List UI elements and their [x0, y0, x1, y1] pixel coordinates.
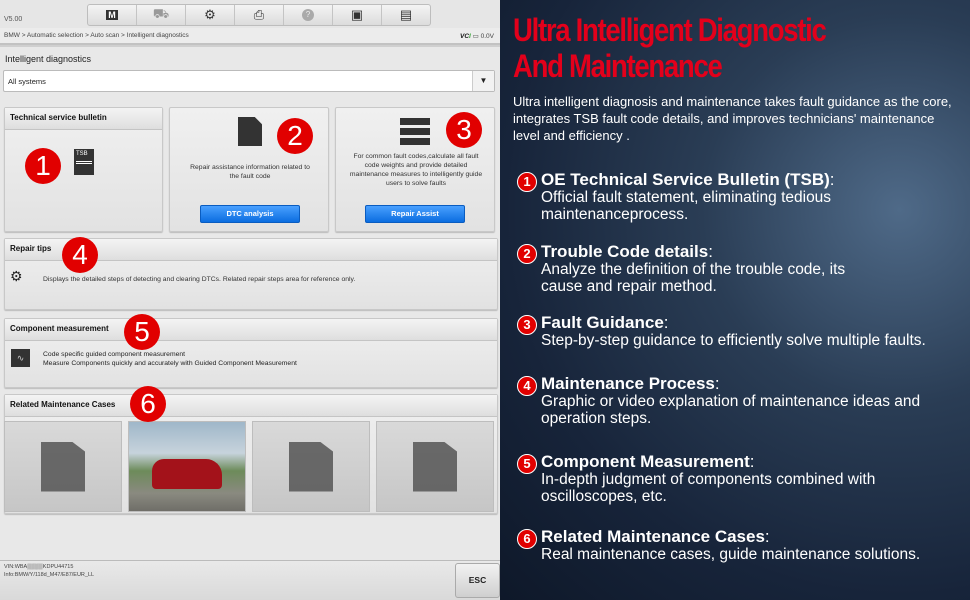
- component-measurement-description: Code specific guided component measureme…: [43, 350, 297, 368]
- home-button[interactable]: M: [88, 5, 137, 25]
- repair-assist-button[interactable]: Repair Assist: [365, 205, 465, 223]
- document-wrench-icon: [238, 117, 262, 146]
- vci-indicator: I: [469, 33, 471, 40]
- vci-status: VCI ▭ 0.0V: [460, 32, 494, 40]
- repair-assist-description: For common fault codes,calculate all fau…: [349, 153, 483, 187]
- esc-button[interactable]: ESC: [455, 563, 500, 598]
- repair-tips-description: Displays the detailed steps of detecting…: [43, 276, 356, 283]
- feature-desc: Graphic or video explanation of maintena…: [541, 393, 921, 427]
- vehicle-lift-icon: ⛟: [152, 6, 170, 21]
- component-measurement-panel[interactable]: Component measurement ∿ Code specific gu…: [4, 318, 498, 388]
- feature-title: Related Maintenance Cases:: [541, 527, 770, 546]
- vci-label: VC: [460, 33, 470, 40]
- feature-desc: In-depth judgment of components combined…: [541, 471, 876, 505]
- component-line-1: Code specific guided component measureme…: [43, 351, 186, 358]
- number-badge: 6: [517, 529, 537, 549]
- printer-icon: ⎙: [253, 7, 265, 22]
- feature-title: Fault Guidance:: [541, 313, 669, 332]
- gear-icon: ⚙: [204, 7, 216, 22]
- tsb-card-title: Technical service bulletin: [5, 108, 162, 130]
- marker-1: 1: [25, 148, 61, 184]
- settings-button[interactable]: ⚙: [186, 5, 235, 25]
- version-label: V5.00: [4, 16, 23, 23]
- save-icon: ▣: [350, 7, 364, 22]
- mechanic-document-icon: [289, 441, 333, 492]
- feature-desc: Step-by-step guidance to efficiently sol…: [541, 332, 926, 349]
- tsb-icon-label: TSB: [76, 151, 88, 157]
- marker-2: 2: [277, 118, 313, 154]
- number-badge: 3: [517, 315, 537, 335]
- print-button[interactable]: ⎙: [235, 5, 284, 25]
- mechanic-document-icon: [413, 441, 457, 492]
- feature-title-text: Component Measurement: [541, 452, 750, 471]
- feature-title-text: Related Maintenance Cases: [541, 527, 765, 546]
- marker-6: 6: [130, 386, 166, 422]
- feature-desc: Analyze the definition of the trouble co…: [541, 261, 846, 295]
- number-badge: 4: [517, 376, 537, 396]
- oscilloscope-icon: ∿: [11, 349, 30, 367]
- system-select[interactable]: All systems ▼: [3, 70, 495, 92]
- related-cases-title: Related Maintenance Cases: [5, 395, 497, 417]
- feature-title: OE Technical Service Bulletin (TSB):: [541, 170, 835, 189]
- red-suv-image: [152, 458, 222, 489]
- dtc-analysis-button[interactable]: DTC analysis: [200, 205, 300, 223]
- voltage: 0.0V: [480, 33, 494, 40]
- chevron-down-icon[interactable]: ▼: [472, 71, 494, 91]
- home-icon: M: [106, 10, 118, 20]
- feature-title-text: OE Technical Service Bulletin (TSB): [541, 170, 830, 189]
- promo-title-line-2: And Maintenance: [513, 48, 723, 84]
- page-title: Intelligent diagnostics: [5, 54, 92, 64]
- tsb-icon: TSB: [74, 149, 94, 175]
- help-button[interactable]: ?: [284, 5, 333, 25]
- feature-desc: Real maintenance cases, guide maintenanc…: [541, 546, 921, 563]
- promo-title: Ultra Intelligent Diagnostic And Maintena…: [513, 12, 827, 84]
- feature-title: Trouble Code details:: [541, 242, 713, 261]
- chat-icon: ▤: [399, 7, 413, 22]
- promo-description: Ultra intelligent diagnosis and maintena…: [513, 94, 952, 143]
- case-tile[interactable]: [4, 421, 122, 512]
- marker-3: 3: [446, 112, 482, 148]
- feature-title-text: Fault Guidance: [541, 313, 664, 332]
- breadcrumb: BMW > Automatic selection > Auto scan > …: [4, 32, 189, 39]
- feature-title-text: Trouble Code details: [541, 242, 709, 261]
- mechanic-document-icon: [41, 441, 85, 492]
- case-tile-car-photo[interactable]: [128, 421, 246, 512]
- marker-4: 4: [62, 237, 98, 273]
- case-tile[interactable]: [252, 421, 370, 512]
- vehicle-info-label: Info:BMW/Y/118d_M47/E87/EUR_LL: [4, 572, 95, 578]
- promo-panel: [500, 0, 970, 600]
- number-badge: 5: [517, 454, 537, 474]
- gear-wrench-icon: ⚙: [10, 268, 23, 284]
- vin-label: VIN:WBA▒▒▒▒KDPU44715: [4, 564, 74, 570]
- system-select-value: All systems: [8, 77, 46, 86]
- feature-title: Component Measurement:: [541, 452, 755, 471]
- number-badge: 1: [517, 172, 537, 192]
- dtc-description: Repair assistance information related to…: [190, 164, 310, 180]
- battery-icon: ▭: [472, 33, 479, 40]
- vehicle-info: VIN:WBA▒▒▒▒KDPU44715 Info:BMW/Y/118d_M47/…: [4, 563, 94, 579]
- messages-button[interactable]: ▤: [382, 5, 430, 25]
- feature-desc: Official fault statement, eliminating te…: [541, 189, 832, 223]
- case-tile[interactable]: [376, 421, 494, 512]
- number-badge: 2: [517, 244, 537, 264]
- diagnostic-screen: V5.00 M ⛟ ⚙ ⎙ ? ▣ ▤ BMW > Automatic sele…: [0, 0, 500, 600]
- component-line-2: Measure Components quickly and accuratel…: [43, 360, 297, 367]
- promo-title-line-1: Ultra Intelligent Diagnostic: [513, 12, 827, 48]
- vehicle-lift-button[interactable]: ⛟: [137, 5, 186, 25]
- vci-icon: VCI: [460, 33, 471, 40]
- toolbar: M ⛟ ⚙ ⎙ ? ▣ ▤: [87, 4, 431, 26]
- marker-5: 5: [124, 314, 160, 350]
- feature-title: Maintenance Process:: [541, 374, 720, 393]
- feature-title-text: Maintenance Process: [541, 374, 715, 393]
- help-icon: ?: [302, 9, 314, 21]
- component-measurement-title: Component measurement: [5, 319, 497, 341]
- server-stack-icon: [400, 118, 430, 145]
- save-button[interactable]: ▣: [333, 5, 382, 25]
